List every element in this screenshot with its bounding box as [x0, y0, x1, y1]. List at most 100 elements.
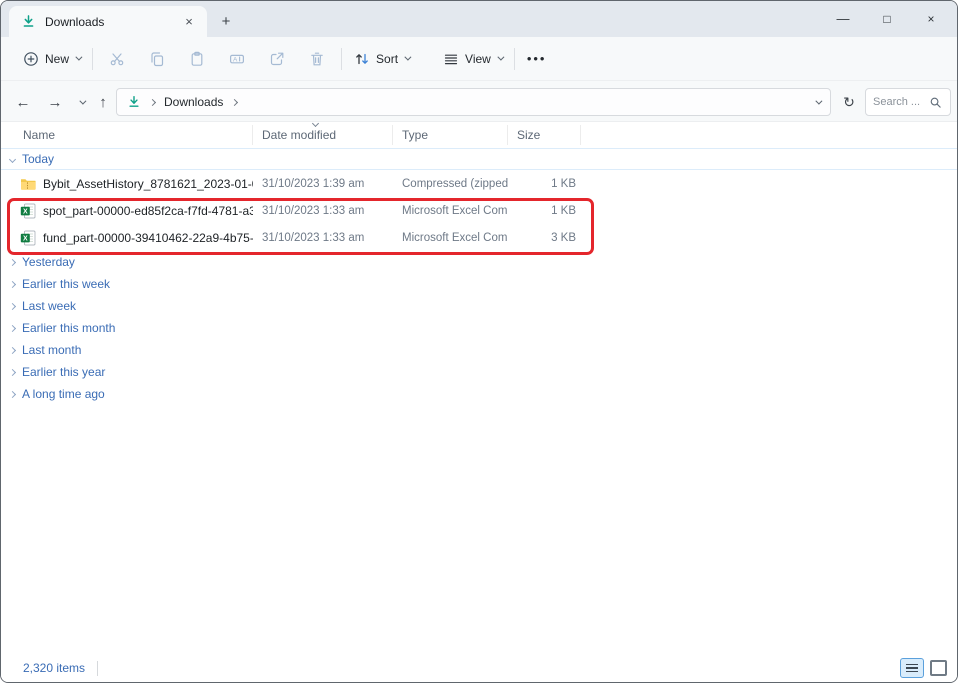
new-button-label: New	[45, 52, 69, 66]
group-label: Yesterday	[22, 255, 75, 269]
copy-button[interactable]	[137, 42, 177, 76]
back-button[interactable]: ←	[9, 88, 37, 116]
svg-text:X: X	[23, 208, 28, 215]
sort-button[interactable]: Sort	[346, 42, 417, 76]
title-bar: Downloads × + — □ ×	[1, 1, 957, 37]
group-header-last-month[interactable]: Last month	[1, 339, 957, 361]
sort-icon	[354, 51, 370, 67]
downloads-icon	[21, 14, 36, 29]
file-explorer-window: Downloads × + — □ × New	[0, 0, 958, 683]
chevron-right-icon	[9, 368, 16, 375]
column-header-date-modified[interactable]: Date modified	[253, 125, 393, 145]
file-row-fund[interactable]: X fund_part-00000-39410462-22a9-4b75-afb…	[1, 224, 957, 251]
refresh-button[interactable]: ↻	[835, 88, 863, 116]
file-date: 31/10/2023 1:33 am	[253, 205, 393, 217]
tab-close-icon[interactable]: ×	[179, 12, 199, 32]
excel-file-icon: X	[20, 203, 36, 219]
chevron-down-icon	[75, 54, 82, 61]
cut-button[interactable]	[97, 42, 137, 76]
chevron-right-icon	[9, 280, 16, 287]
group-header-yesterday[interactable]: Yesterday	[1, 251, 957, 273]
view-button-label: View	[465, 52, 491, 66]
file-type: Microsoft Excel Com...	[393, 232, 508, 244]
group-header-earlier-this-year[interactable]: Earlier this year	[1, 361, 957, 383]
minimize-button[interactable]: —	[821, 1, 865, 36]
cut-icon	[109, 51, 125, 67]
chevron-right-icon	[149, 98, 156, 105]
address-bar: ← → ↑ Downloads ↻	[1, 81, 957, 122]
delete-button[interactable]	[297, 42, 337, 76]
tab-title: Downloads	[45, 15, 104, 29]
file-list: Name Date modified Type Size Today Bybit…	[1, 122, 957, 654]
search-icon	[929, 96, 942, 109]
items-count: 2,320 items	[23, 661, 85, 675]
downloads-icon	[127, 95, 141, 109]
new-button[interactable]: New	[15, 42, 88, 76]
group-header-a-long-time-ago[interactable]: A long time ago	[1, 383, 957, 405]
svg-text:X: X	[23, 235, 28, 242]
zip-folder-icon	[20, 176, 36, 192]
forward-button[interactable]: →	[41, 88, 69, 116]
column-header-row: Name Date modified Type Size	[1, 122, 957, 149]
sort-ascending-icon	[312, 120, 319, 127]
file-name: fund_part-00000-39410462-22a9-4b75-afb1-…	[43, 231, 253, 245]
more-options-button[interactable]: •••	[519, 42, 555, 76]
search-box[interactable]	[865, 88, 951, 116]
maximize-button[interactable]: □	[865, 1, 909, 36]
group-label: Last week	[22, 299, 76, 313]
chevron-right-icon	[9, 302, 16, 309]
excel-file-icon: X	[20, 230, 36, 246]
chevron-down-icon	[9, 155, 16, 162]
search-input[interactable]	[873, 96, 929, 108]
group-header-last-week[interactable]: Last week	[1, 295, 957, 317]
thumbnails-view-button[interactable]	[930, 660, 947, 676]
chevron-right-icon[interactable]	[231, 98, 238, 105]
group-header-earlier-this-month[interactable]: Earlier this month	[1, 317, 957, 339]
details-view-button[interactable]	[900, 658, 924, 678]
share-button[interactable]	[257, 42, 297, 76]
rename-button[interactable]: A	[217, 42, 257, 76]
group-header-earlier-this-week[interactable]: Earlier this week	[1, 273, 957, 295]
group-label: Earlier this year	[22, 365, 105, 379]
group-header-today[interactable]: Today	[1, 149, 957, 170]
file-row-spot[interactable]: X spot_part-00000-ed85f2ca-f7fd-4781-a3e…	[1, 197, 957, 224]
rename-icon: A	[229, 51, 245, 67]
file-date: 31/10/2023 1:33 am	[253, 232, 393, 244]
status-separator	[97, 661, 98, 676]
delete-icon	[309, 51, 325, 67]
chevron-down-icon	[79, 97, 86, 104]
chevron-right-icon	[9, 324, 16, 331]
file-size: 3 KB	[508, 232, 581, 244]
file-type: Microsoft Excel Com...	[393, 205, 508, 217]
details-view-icon	[906, 664, 918, 666]
column-header-type[interactable]: Type	[393, 125, 508, 145]
chevron-down-icon	[497, 54, 504, 61]
close-button[interactable]: ×	[909, 1, 953, 36]
new-tab-button[interactable]: +	[213, 9, 239, 33]
column-header-name[interactable]: Name	[1, 125, 253, 145]
file-row-zip[interactable]: Bybit_AssetHistory_8781621_2023-01-01_20…	[1, 170, 957, 197]
chevron-right-icon	[9, 390, 16, 397]
explorer-tab-downloads[interactable]: Downloads ×	[9, 6, 207, 37]
view-icon	[443, 51, 459, 67]
toolbar-separator	[92, 48, 93, 70]
svg-text:A: A	[233, 56, 238, 63]
copy-icon	[149, 51, 165, 67]
chevron-down-icon	[404, 54, 411, 61]
file-size: 1 KB	[508, 178, 581, 190]
view-button[interactable]: View	[435, 42, 510, 76]
column-header-size[interactable]: Size	[508, 125, 581, 145]
group-label: A long time ago	[22, 387, 105, 401]
up-button[interactable]: ↑	[89, 88, 117, 116]
paste-button[interactable]	[177, 42, 217, 76]
chevron-right-icon	[9, 346, 16, 353]
address-dropdown-icon[interactable]	[815, 97, 822, 104]
breadcrumb[interactable]: Downloads	[116, 88, 831, 116]
file-type: Compressed (zipped)...	[393, 178, 508, 190]
breadcrumb-downloads[interactable]: Downloads	[164, 95, 223, 109]
status-bar: 2,320 items	[1, 654, 957, 682]
toolbar-separator	[341, 48, 342, 70]
chevron-right-icon	[9, 258, 16, 265]
plus-circle-icon	[23, 51, 39, 67]
ellipsis-icon: •••	[527, 51, 547, 66]
